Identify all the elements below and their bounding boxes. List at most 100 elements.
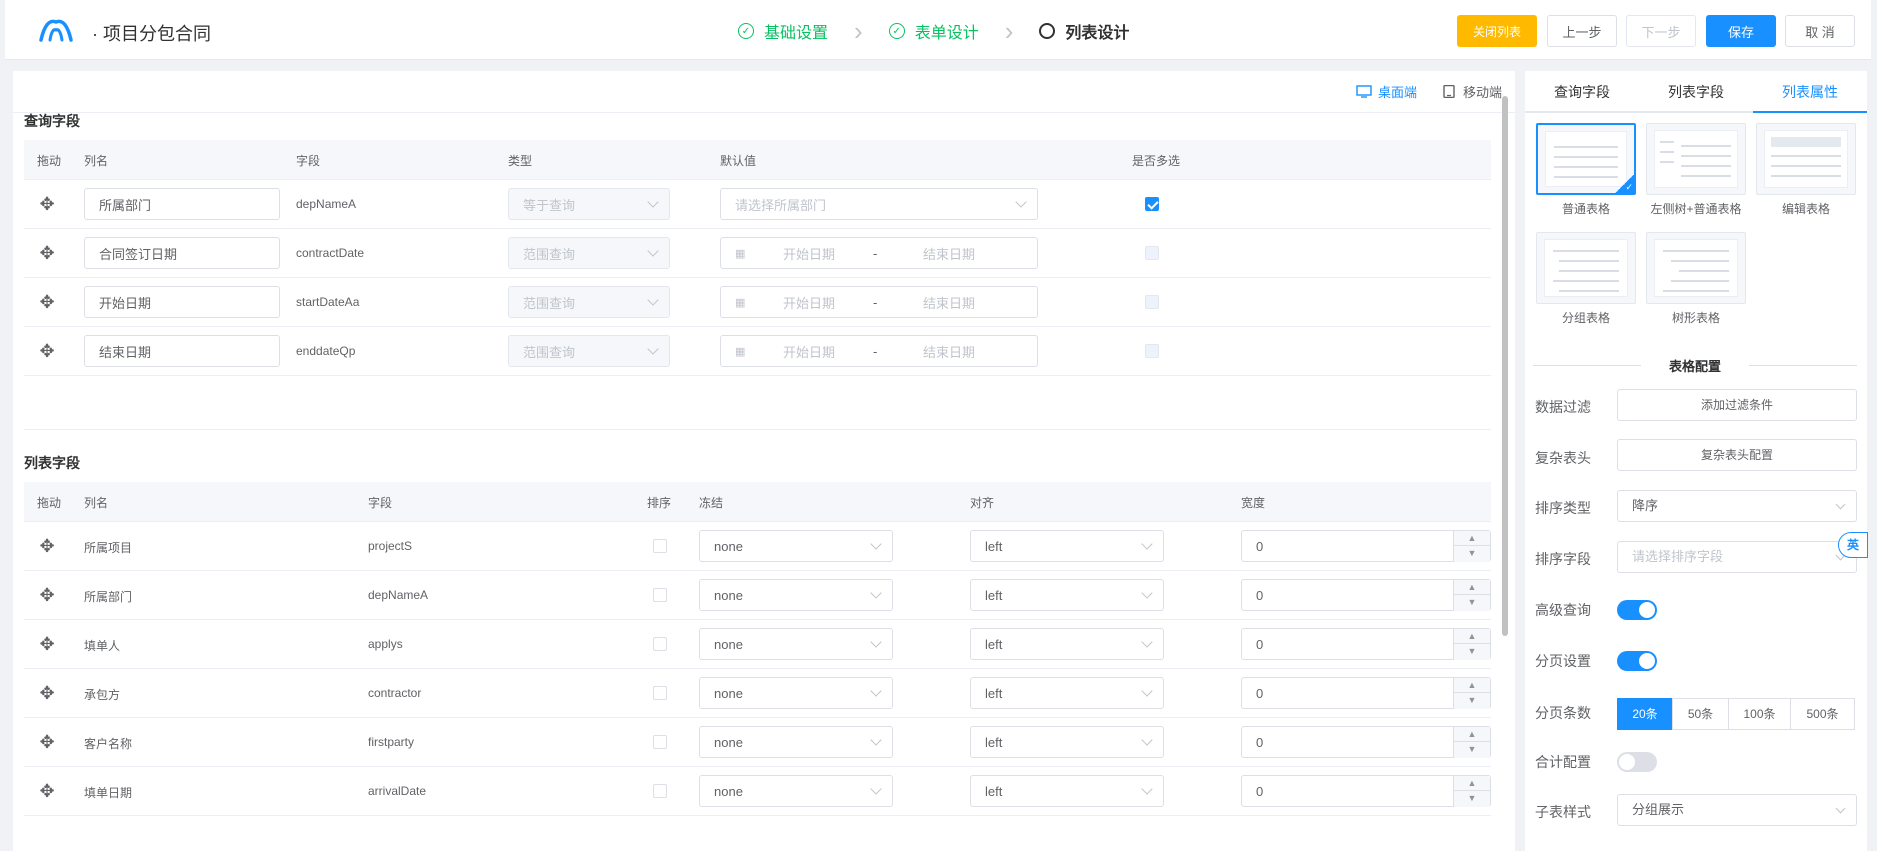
number-stepper[interactable]: ▲ ▼ <box>1453 727 1490 758</box>
width-input[interactable]: 0 ▲ ▼ <box>1241 579 1491 611</box>
column-name-input[interactable]: 结束日期 <box>84 335 280 367</box>
advanced-query-switch[interactable] <box>1617 600 1657 620</box>
list-field-table: 拖动 列名 字段 排序 冻结 对齐 宽度 ✥ 所属项目 projectS non… <box>24 482 1491 816</box>
width-input[interactable]: 0 ▲ ▼ <box>1241 677 1491 709</box>
layout-normal-table[interactable] <box>1536 123 1636 195</box>
sort-checkbox[interactable] <box>653 784 667 798</box>
drag-handle-icon[interactable]: ✥ <box>37 781 57 801</box>
default-value-select[interactable]: 请选择所属部门 <box>720 188 1038 220</box>
multi-select-checkbox[interactable] <box>1145 344 1159 358</box>
freeze-select[interactable]: none <box>699 726 893 758</box>
close-list-button[interactable]: 关闭列表 <box>1457 15 1537 47</box>
page-size-100[interactable]: 100条 <box>1728 698 1791 730</box>
language-toggle[interactable]: 英 <box>1838 532 1868 558</box>
summary-config-switch[interactable] <box>1617 752 1657 772</box>
layout-group-table[interactable] <box>1536 232 1636 304</box>
query-type-select[interactable]: 范围查询 <box>508 286 670 318</box>
drag-handle-icon[interactable]: ✥ <box>37 536 57 556</box>
freeze-select[interactable]: none <box>699 677 893 709</box>
freeze-select[interactable]: none <box>699 628 893 660</box>
column-name-input[interactable]: 开始日期 <box>84 286 280 318</box>
query-type-select[interactable]: 范围查询 <box>508 335 670 367</box>
column-name-input[interactable]: 所属部门 <box>84 188 280 220</box>
number-stepper[interactable]: ▲ ▼ <box>1453 776 1490 807</box>
top-bar: · 项目分包合同 ✓ 基础设置 › ✓ 表单设计 › 列表设计 关闭列表 上一步… <box>5 0 1871 60</box>
page-size-20[interactable]: 20条 <box>1617 698 1673 730</box>
chevron-down-icon <box>647 294 659 306</box>
multi-select-checkbox[interactable] <box>1145 246 1159 260</box>
chevron-down-icon <box>1141 538 1153 550</box>
save-button[interactable]: 保存 <box>1706 15 1776 47</box>
drag-handle-icon[interactable]: ✥ <box>37 585 57 605</box>
add-filter-button[interactable]: 添加过滤条件 <box>1617 389 1857 421</box>
width-input[interactable]: 0 ▲ ▼ <box>1241 628 1491 660</box>
sort-checkbox[interactable] <box>653 735 667 749</box>
caret-up-icon: ▲ <box>1454 580 1490 595</box>
sort-checkbox[interactable] <box>653 588 667 602</box>
field-name: applys <box>368 637 403 651</box>
multi-select-checkbox[interactable] <box>1145 295 1159 309</box>
cancel-button[interactable]: 取 消 <box>1785 15 1855 47</box>
number-stepper[interactable]: ▲ ▼ <box>1453 580 1490 611</box>
sort-field-select[interactable]: 请选择排序字段 <box>1617 541 1857 573</box>
pagination-switch[interactable] <box>1617 651 1657 671</box>
align-select[interactable]: left <box>970 530 1164 562</box>
child-table-style-select[interactable]: 分组展示 <box>1617 794 1857 826</box>
vertical-scrollbar[interactable] <box>1502 96 1508 636</box>
step-form-design[interactable]: ✓ 表单设计 <box>888 19 979 43</box>
query-type-select[interactable]: 范围查询 <box>508 237 670 269</box>
step-basic-settings[interactable]: ✓ 基础设置 <box>738 19 828 43</box>
chevron-down-icon <box>870 783 882 795</box>
caret-up-icon: ▲ <box>1454 678 1490 693</box>
freeze-select[interactable]: none <box>699 579 893 611</box>
drag-handle-icon[interactable]: ✥ <box>37 243 57 263</box>
complex-header-button[interactable]: 复杂表头配置 <box>1617 439 1857 471</box>
column-name: 所属部门 <box>84 590 133 604</box>
date-range-picker[interactable]: ▦ 开始日期 - 结束日期 <box>720 286 1038 318</box>
width-input[interactable]: 0 ▲ ▼ <box>1241 530 1491 562</box>
drag-handle-icon[interactable]: ✥ <box>37 634 57 654</box>
column-name-input[interactable]: 合同签订日期 <box>84 237 280 269</box>
layout-edit-table[interactable] <box>1756 123 1856 195</box>
align-select[interactable]: left <box>970 726 1164 758</box>
sort-checkbox[interactable] <box>653 539 667 553</box>
drag-handle-icon[interactable]: ✥ <box>37 292 57 312</box>
freeze-select[interactable]: none <box>699 530 893 562</box>
layout-tree-table[interactable] <box>1646 123 1746 195</box>
sort-type-select[interactable]: 降序 <box>1617 490 1857 522</box>
drag-handle-icon[interactable]: ✥ <box>37 683 57 703</box>
sort-checkbox[interactable] <box>653 686 667 700</box>
align-select[interactable]: left <box>970 579 1164 611</box>
sort-checkbox[interactable] <box>653 637 667 651</box>
chevron-down-icon <box>870 636 882 648</box>
caret-down-icon: ▼ <box>1467 695 1477 705</box>
chevron-right-icon: › <box>854 16 863 46</box>
width-input[interactable]: 0 ▲ ▼ <box>1241 726 1491 758</box>
align-select[interactable]: left <box>970 677 1164 709</box>
drag-handle-icon[interactable]: ✥ <box>37 341 57 361</box>
multi-select-checkbox[interactable] <box>1145 197 1159 211</box>
number-stepper[interactable]: ▲ ▼ <box>1453 678 1490 709</box>
align-select[interactable]: left <box>970 628 1164 660</box>
width-input[interactable]: 0 ▲ ▼ <box>1241 775 1491 807</box>
tab-list-properties[interactable]: 列表属性 <box>1753 71 1867 113</box>
page-size-500[interactable]: 500条 <box>1790 698 1855 730</box>
date-range-picker[interactable]: ▦ 开始日期 - 结束日期 <box>720 335 1038 367</box>
number-stepper[interactable]: ▲ ▼ <box>1453 531 1490 562</box>
layout-tree-grid[interactable] <box>1646 232 1746 304</box>
desktop-tab[interactable]: 桌面端 <box>1356 82 1417 101</box>
drag-handle-icon[interactable]: ✥ <box>37 194 57 214</box>
align-select[interactable]: left <box>970 775 1164 807</box>
number-stepper[interactable]: ▲ ▼ <box>1453 629 1490 660</box>
mobile-tab[interactable]: 移动端 <box>1441 82 1502 101</box>
tab-query-fields[interactable]: 查询字段 <box>1525 71 1639 111</box>
step-list-design[interactable]: 列表设计 <box>1039 19 1129 43</box>
page-size-50[interactable]: 50条 <box>1672 698 1729 730</box>
query-type-select[interactable]: 等于查询 <box>508 188 670 220</box>
prev-step-button[interactable]: 上一步 <box>1547 15 1617 47</box>
drag-handle-icon[interactable]: ✥ <box>37 732 57 752</box>
tab-list-fields[interactable]: 列表字段 <box>1639 71 1753 111</box>
date-range-picker[interactable]: ▦ 开始日期 - 结束日期 <box>720 237 1038 269</box>
freeze-select[interactable]: none <box>699 775 893 807</box>
next-step-button[interactable]: 下一步 <box>1626 15 1696 47</box>
